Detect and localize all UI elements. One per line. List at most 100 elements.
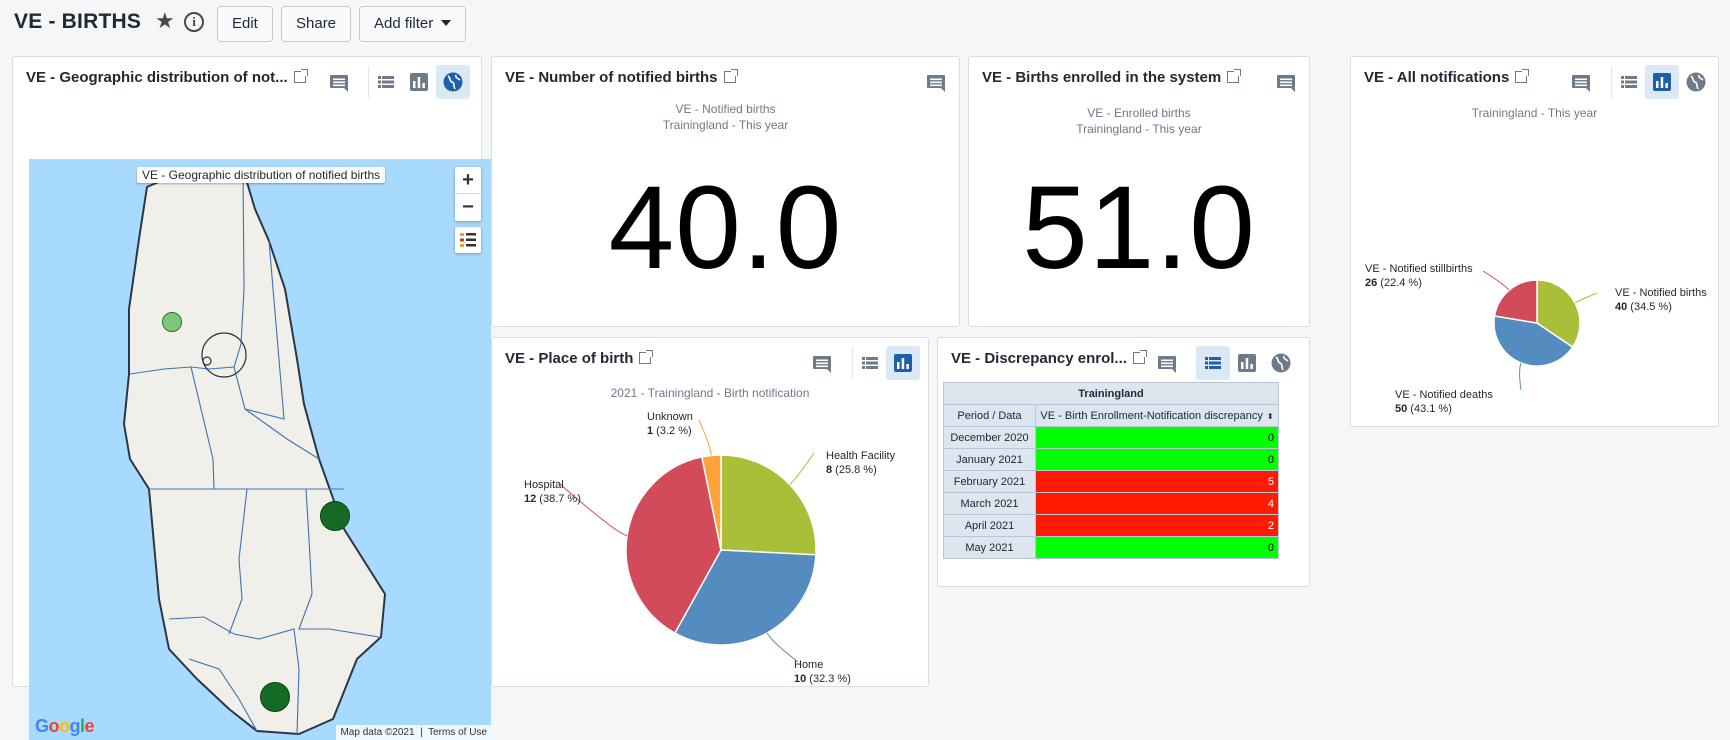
pie-slice-percent: (25.8 %) — [832, 464, 877, 476]
card-title-text: VE - Geographic distribution of not... — [26, 69, 288, 86]
all-notifications-pie-chart: VE - Notified births 40 (34.5 %) VE - Noti… — [1365, 263, 1707, 415]
external-link-icon[interactable] — [1515, 69, 1530, 83]
data-column-label: VE - Birth Enrollment-Notification discr… — [1040, 409, 1263, 422]
card-title-text: VE - Births enrolled in the system — [982, 69, 1222, 86]
period-cell: February 2021 — [943, 470, 1036, 493]
card-title[interactable]: VE - All notifications — [1364, 69, 1530, 86]
external-link-icon[interactable] — [1227, 69, 1242, 83]
pie-slice-label: VE - Notified stillbirths — [1365, 263, 1473, 275]
pie-connector — [1574, 292, 1598, 304]
card-title[interactable]: VE - Place of birth — [505, 350, 654, 367]
single-value: 40.0 — [608, 162, 843, 294]
pie-slice-value: 12 (38.7 %) — [524, 493, 581, 505]
card-title[interactable]: VE - Number of notified births — [505, 69, 738, 86]
zoom-in-button[interactable]: + — [455, 167, 481, 194]
pie-slice-count: 40 — [1615, 301, 1627, 313]
external-link-icon[interactable] — [293, 69, 308, 83]
legend-icon[interactable] — [455, 227, 481, 253]
caret-down-icon — [441, 20, 452, 26]
dashboard-header: VE - BIRTHS ★ i Edit Share Add filter — [0, 0, 1730, 48]
add-filter-button[interactable]: Add filter — [359, 6, 467, 42]
pie-slice-label: Home — [794, 659, 823, 671]
pie-slice-percent: (43.1 %) — [1407, 403, 1452, 415]
pie-slice-label: VE - Notified deaths — [1395, 389, 1493, 401]
table-icon[interactable] — [852, 346, 886, 380]
comment-icon[interactable] — [1269, 65, 1303, 99]
map-view[interactable]: VE - Geographic distribution of notified… — [29, 159, 491, 740]
comment-icon[interactable] — [322, 65, 356, 99]
globe-icon[interactable] — [1679, 65, 1713, 99]
external-link-icon[interactable] — [723, 69, 738, 83]
pie-slice-label: Unknown — [647, 411, 693, 423]
enrolled-births-card: VE - Births enrolled in the system VE - … — [968, 56, 1310, 327]
share-button[interactable]: Share — [281, 6, 352, 42]
card-title[interactable]: VE - Births enrolled in the system — [982, 69, 1242, 86]
value-cell[interactable]: 0 — [1035, 426, 1279, 449]
map-point — [320, 501, 350, 531]
map-layer-label: VE - Geographic distribution of notified… — [137, 167, 386, 183]
table-row: March 2021 4 — [943, 492, 1279, 515]
single-value: 51.0 — [1022, 162, 1256, 294]
comment-icon[interactable] — [1564, 65, 1598, 99]
pie-slice[interactable] — [1493, 279, 1538, 324]
table-icon[interactable] — [1196, 346, 1230, 380]
map-attribution: Map data ©2021 | Terms of Use — [336, 725, 491, 740]
comment-icon[interactable] — [919, 65, 953, 99]
card-subtitle-2: Trainingland - This year — [662, 118, 789, 132]
table-row: January 2021 0 — [943, 448, 1279, 471]
external-link-icon[interactable] — [1132, 350, 1147, 364]
pie-slice-count: 50 — [1395, 403, 1407, 415]
notified-births-card: VE - Number of notified births VE - Noti… — [491, 56, 960, 327]
pie-connector — [766, 632, 799, 663]
pie-slice-value: 8 (25.8 %) — [826, 464, 877, 476]
chart-icon[interactable] — [1645, 65, 1679, 99]
terms-link[interactable]: Terms of Use — [428, 727, 487, 738]
discrepancy-card: VE - Discrepancy enrol... Trainingland P… — [937, 337, 1310, 587]
pie-slice-label: VE - Notified births — [1615, 287, 1707, 299]
chart-icon[interactable] — [1230, 346, 1264, 380]
globe-icon[interactable] — [436, 65, 470, 99]
chart-icon[interactable] — [402, 65, 436, 99]
star-icon[interactable]: ★ — [155, 10, 175, 32]
place-of-birth-card: VE - Place of birth 2021 - Trainingland … — [491, 337, 929, 687]
pie-connector — [1519, 362, 1522, 391]
chart-subtitle: 2021 - Trainingland - Birth notification — [610, 386, 810, 400]
pie-connector — [559, 483, 628, 537]
value-cell[interactable]: 0 — [1035, 448, 1279, 471]
info-icon[interactable]: i — [184, 12, 204, 32]
card-title[interactable]: VE - Discrepancy enrol... — [951, 350, 1147, 367]
chart-subtitle: Trainingland - This year — [1471, 106, 1598, 120]
pie-slice-label: Hospital — [524, 479, 564, 491]
value-cell[interactable]: 4 — [1035, 492, 1279, 515]
chart-icon[interactable] — [886, 346, 920, 380]
globe-icon[interactable] — [1264, 346, 1298, 380]
data-column-header[interactable]: VE - Birth Enrollment-Notification discr… — [1035, 404, 1279, 427]
table-row: May 2021 0 — [943, 536, 1279, 559]
zoom-out-button[interactable]: − — [455, 194, 481, 221]
sort-icon[interactable]: ⬍ — [1267, 412, 1274, 421]
value-cell[interactable]: 2 — [1035, 514, 1279, 537]
pie-connector — [698, 419, 712, 456]
pie-slice-value: 10 (32.3 %) — [794, 673, 851, 685]
table-row: February 2021 5 — [943, 470, 1279, 493]
google-logo: Google — [35, 716, 95, 736]
pie-connector — [1482, 270, 1510, 291]
value-cell[interactable]: 5 — [1035, 470, 1279, 493]
share-button-label: Share — [296, 15, 337, 32]
value-cell[interactable]: 0 — [1035, 536, 1279, 559]
pie-slice-label: Health Facility — [826, 450, 896, 462]
pie-slice-percent: (3.2 %) — [653, 425, 692, 437]
table-icon[interactable] — [368, 65, 402, 99]
pie-slice-count: 10 — [794, 673, 806, 685]
pie-slice-percent: (38.7 %) — [536, 493, 581, 505]
table-icon[interactable] — [1611, 65, 1645, 99]
country-outline — [122, 167, 387, 736]
comment-icon[interactable] — [805, 346, 839, 380]
card-title[interactable]: VE - Geographic distribution of not... — [26, 69, 308, 86]
external-link-icon[interactable] — [639, 350, 654, 364]
card-title-text: VE - All notifications — [1364, 69, 1510, 86]
edit-button[interactable]: Edit — [217, 6, 273, 42]
comment-icon[interactable] — [1150, 346, 1184, 380]
card-subtitle: VE - Enrolled births — [1087, 106, 1191, 120]
period-cell: December 2020 — [943, 426, 1036, 449]
